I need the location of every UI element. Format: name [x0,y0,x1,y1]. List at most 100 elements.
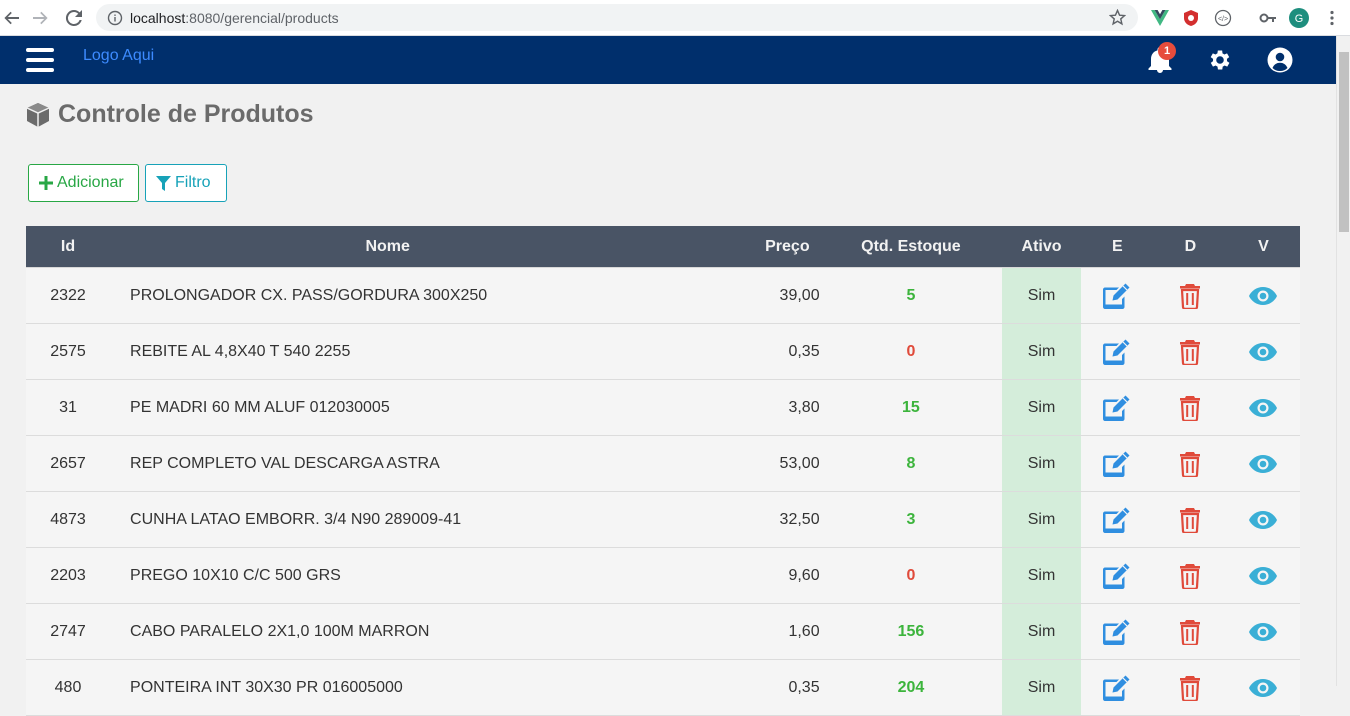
account-button[interactable] [1264,44,1296,76]
profile-avatar-button[interactable]: G [1289,8,1309,28]
cell-preco: 32,50 [779,510,820,528]
column-header-preco[interactable]: Preço [675,238,819,256]
vue-icon [1151,10,1169,26]
hamburger-icon[interactable] [26,48,54,72]
column-header-edit: E [1112,237,1123,255]
page-scrollbar[interactable] [1336,36,1350,686]
reload-button[interactable] [62,6,86,30]
filter-button[interactable]: Filtro [145,164,227,202]
table-row[interactable]: 2322 PROLONGADOR CX. PASS/GORDURA 300X25… [26,268,1300,324]
cell-id: 4873 [50,510,86,528]
edit-icon [1103,395,1130,421]
shield-extension[interactable] [1181,8,1201,28]
eye-icon [1249,622,1278,641]
cell-nome: PE MADRI 60 MM ALUF 012030005 [130,398,390,416]
edit-button[interactable] [1102,618,1132,646]
forward-button[interactable] [28,6,52,30]
delete-button[interactable] [1179,675,1201,701]
cell-ativo: Sim [1002,268,1081,323]
url-path: :8080/gerencial/products [185,10,339,26]
app-header: Logo Aqui 1 [0,36,1336,84]
cell-preco: 1,60 [788,622,820,640]
edit-button[interactable] [1102,394,1132,422]
column-header-id[interactable]: Id [26,238,110,256]
add-button[interactable]: Adicionar [28,164,139,202]
column-header-ativo[interactable]: Ativo [1002,238,1081,256]
cell-ativo: Sim [1002,660,1081,715]
back-arrow-icon [4,11,20,25]
edit-button[interactable] [1102,450,1132,478]
edit-button[interactable] [1102,562,1132,590]
reload-icon [65,9,82,26]
code-extension[interactable]: </> [1213,8,1233,28]
delete-button[interactable] [1179,395,1201,421]
cell-id: 2747 [50,622,86,640]
cell-qtd-estoque: 15 [902,398,920,416]
column-header-view: V [1258,237,1269,255]
page-heading: Controle de Produtos [58,100,314,128]
password-key-button[interactable] [1258,8,1278,28]
notification-count-badge: 1 [1158,42,1176,60]
view-button[interactable] [1248,566,1278,586]
forward-arrow-icon [33,11,48,25]
logo[interactable]: Logo Aqui [83,47,154,65]
scrollbar-thumb[interactable] [1339,52,1349,232]
cell-ativo: Sim [1002,548,1081,603]
table-row[interactable]: 2203 PREGO 10X10 C/C 500 GRS 9,60 0 Sim [26,548,1300,604]
cell-qtd-estoque: 3 [906,510,916,528]
browser-menu-button[interactable] [1322,8,1342,28]
svg-text:G: G [1295,13,1303,25]
column-header-delete: D [1184,237,1197,255]
notifications-button[interactable]: 1 [1144,42,1176,76]
bookmark-star-icon [1109,9,1126,26]
edit-button[interactable] [1102,282,1132,310]
delete-button[interactable] [1179,339,1201,365]
trash-icon [1180,451,1201,477]
delete-button[interactable] [1179,451,1201,477]
column-header-nome[interactable]: Nome [110,238,675,256]
cell-nome: REBITE AL 4,8X40 T 540 2255 [130,342,351,360]
vue-devtools-extension[interactable] [1150,8,1170,28]
view-button[interactable] [1248,510,1278,530]
gear-icon [1210,50,1230,70]
address-bar[interactable]: localhost:8080/gerencial/products [96,4,1138,31]
table-row[interactable]: 2575 REBITE AL 4,8X40 T 540 2255 0,35 0 … [26,324,1300,380]
cell-id: 2322 [50,286,86,304]
trash-icon [1180,563,1201,589]
column-header-qtd-estoque[interactable]: Qtd. Estoque [820,238,1003,256]
table-header: Id Nome Preço Qtd. Estoque Ativo E D V [26,226,1300,268]
cell-nome: CUNHA LATAO EMBORR. 3/4 N90 289009-41 [130,510,462,528]
view-button[interactable] [1248,286,1278,306]
delete-button[interactable] [1179,507,1201,533]
cell-preco: 3,80 [788,398,820,416]
view-button[interactable] [1248,398,1278,418]
filter-button-label: Filtro [175,174,211,191]
back-button[interactable] [0,6,24,30]
code-circle-icon: </> [1214,9,1232,27]
table-row[interactable]: 2657 REP COMPLETO VAL DESCARGA ASTRA 53,… [26,436,1300,492]
view-button[interactable] [1248,454,1278,474]
cell-qtd-estoque: 204 [897,678,925,696]
delete-button[interactable] [1179,563,1201,589]
table-row[interactable]: 4873 CUNHA LATAO EMBORR. 3/4 N90 289009-… [26,492,1300,548]
view-button[interactable] [1248,678,1278,698]
edit-button[interactable] [1102,674,1132,702]
cell-ativo: Sim [1002,324,1081,379]
delete-button[interactable] [1179,619,1201,645]
delete-button[interactable] [1179,283,1201,309]
table-row[interactable]: 31 PE MADRI 60 MM ALUF 012030005 3,80 15… [26,380,1300,436]
browser-toolbar: localhost:8080/gerencial/products </> G [0,0,1350,36]
cell-nome: PONTEIRA INT 30X30 PR 016005000 [130,678,403,696]
cell-id: 31 [59,398,77,416]
edit-button[interactable] [1102,506,1132,534]
view-button[interactable] [1248,622,1278,642]
eye-icon [1249,286,1278,305]
cell-preco: 53,00 [779,454,820,472]
cell-preco: 0,35 [788,342,820,360]
trash-icon [1180,619,1201,645]
settings-button[interactable] [1204,44,1236,76]
view-button[interactable] [1248,342,1278,362]
table-row[interactable]: 480 PONTEIRA INT 30X30 PR 016005000 0,35… [26,660,1300,716]
table-row[interactable]: 2747 CABO PARALELO 2X1,0 100M MARRON 1,6… [26,604,1300,660]
edit-button[interactable] [1102,338,1132,366]
